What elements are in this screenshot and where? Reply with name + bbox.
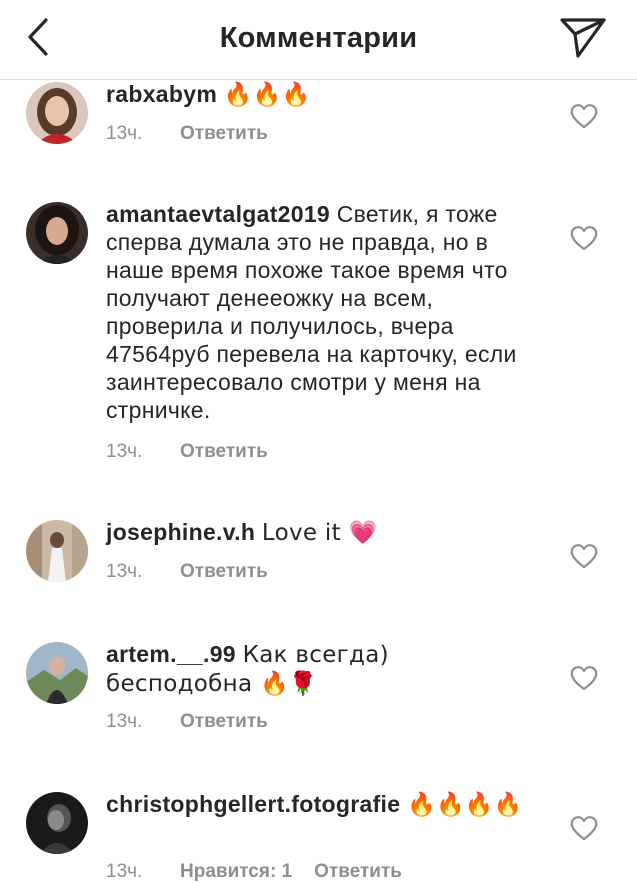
reply-button[interactable]: Ответить bbox=[180, 561, 268, 583]
comment-body: Светик, я тоже сперва думала это не прав… bbox=[106, 201, 517, 423]
comment-username[interactable]: rabxabym bbox=[106, 81, 217, 107]
like-button[interactable] bbox=[570, 815, 598, 841]
heart-icon bbox=[570, 104, 598, 129]
comment-time: 13ч. bbox=[106, 123, 143, 144]
like-button[interactable] bbox=[570, 543, 598, 569]
comment-time: 13ч. bbox=[106, 861, 143, 882]
comment-username[interactable]: josephine.v.h bbox=[106, 519, 255, 545]
paper-plane-icon bbox=[560, 18, 606, 58]
like-button[interactable] bbox=[570, 225, 598, 251]
avatar[interactable] bbox=[26, 82, 88, 144]
comment-time: 13ч. bbox=[106, 561, 143, 582]
avatar-image bbox=[26, 202, 88, 264]
comment-username[interactable]: amantaevtalgat2019 bbox=[106, 201, 330, 227]
comment-body: 🔥🔥🔥 bbox=[223, 82, 311, 108]
comment-text: josephine.v.h Love it 💗 bbox=[106, 518, 526, 547]
comment-text: rabxabym 🔥🔥🔥 bbox=[106, 80, 526, 109]
heart-icon bbox=[570, 226, 598, 251]
comment-text: artem.__.99 Как всегда) бесподобна 🔥🌹 bbox=[106, 640, 526, 698]
avatar[interactable] bbox=[26, 642, 88, 704]
avatar[interactable] bbox=[26, 792, 88, 854]
comment-body: 🔥🔥🔥🔥 bbox=[407, 792, 523, 818]
comment-meta: 13ч. Ответить bbox=[106, 711, 268, 733]
reply-button[interactable]: Ответить bbox=[180, 711, 268, 733]
comment-meta: 13ч. Ответить bbox=[106, 561, 268, 583]
share-button[interactable] bbox=[558, 14, 608, 60]
comment-text: amantaevtalgat2019 Светик, я тоже сперва… bbox=[106, 200, 536, 424]
comment-username[interactable]: christophgellert.fotografie bbox=[106, 791, 400, 817]
heart-icon bbox=[570, 544, 598, 569]
reply-button[interactable]: Ответить bbox=[314, 861, 402, 883]
like-button[interactable] bbox=[570, 103, 598, 129]
comment-username[interactable]: artem.__.99 bbox=[106, 641, 236, 667]
like-button[interactable] bbox=[570, 665, 598, 691]
avatar[interactable] bbox=[26, 520, 88, 582]
comment-meta: 13ч. Ответить bbox=[106, 441, 268, 463]
heart-icon bbox=[570, 666, 598, 691]
reply-button[interactable]: Ответить bbox=[180, 441, 268, 463]
comment-time: 13ч. bbox=[106, 441, 143, 462]
comment-meta: 13ч. Нравится: 1 Ответить bbox=[106, 861, 402, 883]
reply-button[interactable]: Ответить bbox=[180, 123, 268, 145]
likes-count[interactable]: Нравится: 1 bbox=[180, 861, 292, 883]
comment-time: 13ч. bbox=[106, 711, 143, 732]
comment-meta: 13ч. Ответить bbox=[106, 123, 268, 145]
avatar[interactable] bbox=[26, 202, 88, 264]
avatar-image bbox=[26, 642, 88, 704]
page-title: Комментарии bbox=[219, 22, 418, 54]
comment-text: christophgellert.fotografie 🔥🔥🔥🔥 bbox=[106, 790, 526, 819]
heart-icon bbox=[570, 816, 598, 841]
avatar-image bbox=[26, 82, 88, 144]
header-bar: Комментарии bbox=[0, 0, 637, 80]
comment-body: Love it 💗 bbox=[261, 520, 378, 546]
avatar-image bbox=[26, 792, 88, 854]
avatar-image bbox=[26, 520, 88, 582]
